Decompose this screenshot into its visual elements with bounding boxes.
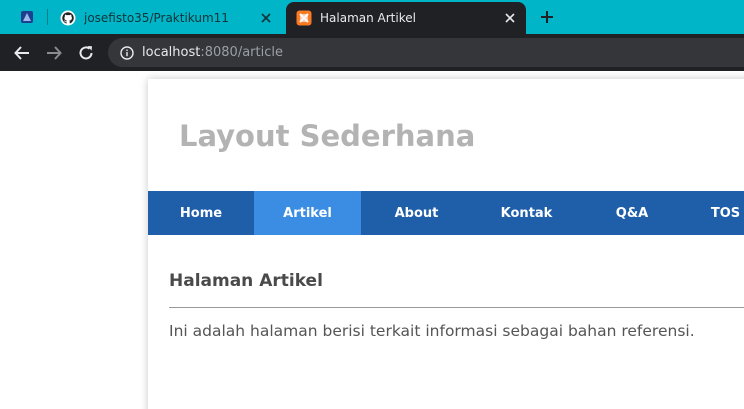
pinned-site-icon <box>21 11 33 23</box>
forward-button[interactable] <box>44 43 64 63</box>
close-tab-icon[interactable] <box>502 10 518 26</box>
xampp-icon <box>296 10 312 26</box>
arrow-right-icon <box>47 46 62 60</box>
browser-toolbar: localhost:8080/article <box>0 34 744 71</box>
url-path: :8080/article <box>200 45 283 60</box>
pinned-tab[interactable] <box>14 6 40 28</box>
site-container: Layout Sederhana Home Artikel About Kont… <box>148 79 744 409</box>
content-heading: Halaman Artikel <box>169 271 744 308</box>
site-title: Layout Sederhana <box>179 119 476 153</box>
nav-item-home[interactable]: Home <box>148 191 254 235</box>
github-icon <box>60 10 76 26</box>
close-tab-icon[interactable] <box>258 10 274 26</box>
info-icon[interactable] <box>120 45 134 60</box>
nav-item-artikel[interactable]: Artikel <box>254 191 361 235</box>
page-viewport: Layout Sederhana Home Artikel About Kont… <box>0 71 744 409</box>
new-tab-button[interactable] <box>537 7 557 27</box>
tab-title: Halaman Artikel <box>320 11 416 25</box>
main-content: Halaman Artikel Ini adalah halaman beris… <box>169 271 744 340</box>
nav-item-qa[interactable]: Q&A <box>581 191 683 235</box>
reload-button[interactable] <box>76 43 96 63</box>
back-button[interactable] <box>12 43 32 63</box>
plus-icon <box>541 11 553 23</box>
nav-item-about[interactable]: About <box>361 191 472 235</box>
tab-github[interactable]: josefisto35/Praktikum11 <box>50 2 282 34</box>
reload-icon <box>79 46 93 60</box>
tab-strip: josefisto35/Praktikum11 Halaman Artikel <box>0 0 744 34</box>
nav-item-kontak[interactable]: Kontak <box>472 191 581 235</box>
address-bar[interactable]: localhost:8080/article <box>108 38 744 67</box>
main-nav: Home Artikel About Kontak Q&A TOS <box>148 191 744 235</box>
content-paragraph: Ini adalah halaman berisi terkait inform… <box>169 322 695 340</box>
tab-halaman-artikel[interactable]: Halaman Artikel <box>286 2 526 34</box>
nav-item-tos[interactable]: TOS <box>683 191 744 235</box>
arrow-left-icon <box>14 46 29 60</box>
tab-separator <box>47 9 48 25</box>
url-text: localhost:8080/article <box>142 45 283 60</box>
url-host: localhost <box>142 45 201 60</box>
tab-title: josefisto35/Praktikum11 <box>84 11 229 25</box>
